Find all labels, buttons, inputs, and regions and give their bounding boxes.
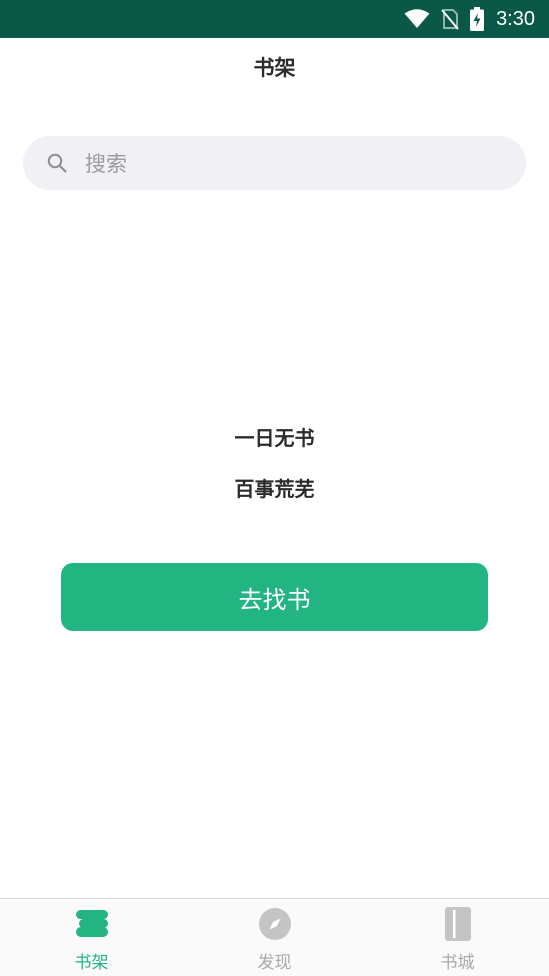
nav-item-bookshelf[interactable]: 书架 — [0, 899, 183, 976]
nav-item-discover[interactable]: 发现 — [183, 899, 366, 976]
empty-message-line-1: 一日无书 — [234, 426, 315, 450]
wifi-icon — [404, 9, 430, 29]
search-icon — [47, 153, 67, 173]
app-screen: 3:30 书架 搜索 一日无书 百事荒芜 去找书 书架 发现 书城 — [0, 0, 549, 976]
compass-icon — [257, 906, 293, 942]
find-books-button[interactable]: 去找书 — [61, 563, 488, 631]
nav-label-bookshelf: 书架 — [74, 953, 109, 973]
battery-charging-icon — [470, 7, 485, 31]
bookshelf-icon — [74, 906, 110, 942]
empty-message-line-2: 百事荒芜 — [234, 477, 315, 501]
search-placeholder: 搜索 — [85, 152, 127, 176]
bottom-nav: 书架 发现 书城 — [0, 898, 549, 976]
nav-item-bookstore[interactable]: 书城 — [366, 899, 549, 976]
search-input[interactable]: 搜索 — [23, 136, 526, 190]
page-title: 书架 — [253, 56, 296, 80]
nav-label-discover: 发现 — [257, 953, 292, 973]
book-icon — [440, 906, 476, 942]
nav-label-bookstore: 书城 — [440, 953, 475, 973]
no-signal-icon — [440, 8, 460, 30]
status-bar: 3:30 — [0, 0, 549, 38]
status-time: 3:30 — [496, 7, 535, 30]
